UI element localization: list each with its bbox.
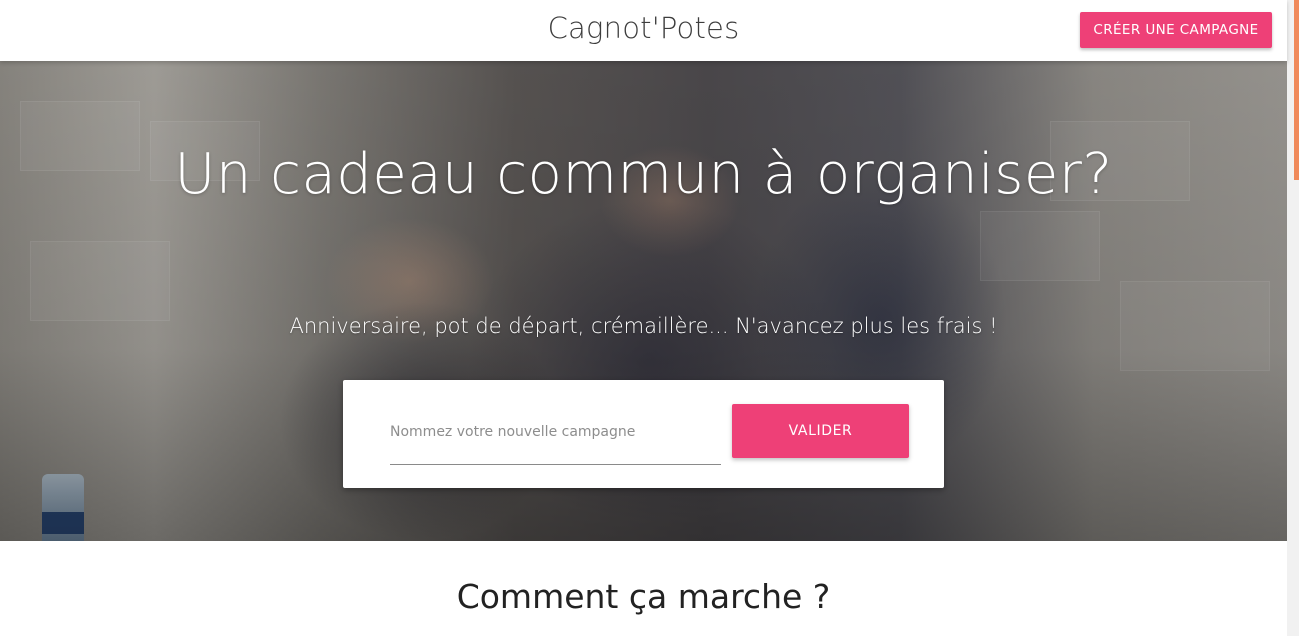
- hero-subtitle: Anniversaire, pot de départ, crémaillère…: [289, 314, 998, 338]
- campaign-name-input[interactable]: [390, 414, 721, 465]
- validate-button[interactable]: VALIDER: [732, 404, 909, 458]
- hero-title: Un cadeau commun à organiser?: [174, 142, 1113, 207]
- page-scrollbar[interactable]: [1287, 0, 1299, 636]
- new-campaign-form: VALIDER: [343, 380, 944, 488]
- top-nav-bar: Cagnot'Potes CRÉER UNE CAMPAGNE: [0, 0, 1287, 61]
- how-it-works-title: Comment ça marche ?: [456, 577, 831, 616]
- create-campaign-button[interactable]: CRÉER UNE CAMPAGNE: [1080, 12, 1272, 48]
- hero-banner: Un cadeau commun à organiser? Anniversai…: [0, 61, 1287, 541]
- scrollbar-thumb[interactable]: [1294, 0, 1299, 180]
